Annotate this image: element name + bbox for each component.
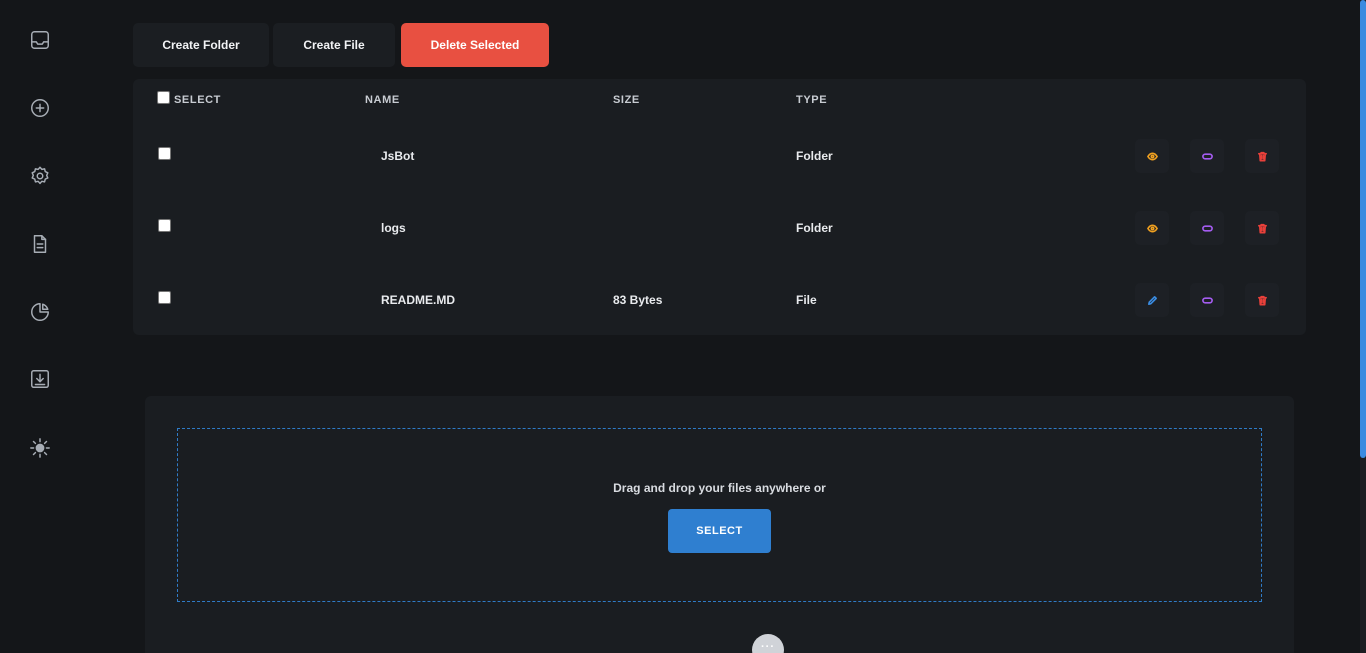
pencil-icon (1147, 295, 1157, 305)
document-icon[interactable] (28, 232, 52, 256)
table-row: JsBot Folder (133, 120, 1306, 192)
rename-button[interactable] (1190, 139, 1224, 173)
scrollbar-thumb[interactable] (1360, 0, 1366, 458)
header-select: SELECT (174, 94, 221, 106)
edit-button[interactable] (1135, 283, 1169, 317)
select-files-button[interactable]: SELECT (668, 509, 771, 553)
row-checkbox[interactable] (158, 291, 171, 304)
header-size: SIZE (613, 94, 640, 106)
delete-button[interactable] (1245, 139, 1279, 173)
delete-button[interactable] (1245, 283, 1279, 317)
row-checkbox[interactable] (158, 219, 171, 232)
file-size: 83 Bytes (613, 293, 663, 307)
file-name[interactable]: JsBot (381, 149, 414, 163)
gear-icon[interactable] (28, 164, 52, 188)
tag-icon (1201, 152, 1213, 160)
row-checkbox[interactable] (158, 147, 171, 160)
rename-button[interactable] (1190, 283, 1224, 317)
more-options-button[interactable]: ··· (752, 634, 784, 653)
create-file-button[interactable]: Create File (273, 23, 395, 67)
delete-button[interactable] (1245, 211, 1279, 245)
trash-icon (1257, 223, 1267, 233)
tag-icon (1201, 296, 1213, 304)
create-folder-button[interactable]: Create Folder (133, 23, 269, 67)
file-type: Folder (796, 149, 833, 163)
file-dropzone[interactable]: Drag and drop your files anywhere or SEL… (177, 428, 1262, 602)
scrollbar[interactable] (1360, 0, 1366, 653)
upload-panel: Drag and drop your files anywhere or SEL… (145, 396, 1294, 653)
view-button[interactable] (1135, 211, 1169, 245)
table-header: SELECT NAME SIZE TYPE (133, 79, 1306, 121)
pie-chart-icon[interactable] (28, 300, 52, 324)
download-icon[interactable] (28, 367, 52, 391)
select-all-checkbox[interactable] (157, 91, 170, 104)
dropzone-text: Drag and drop your files anywhere or (613, 481, 826, 495)
sun-icon[interactable] (28, 436, 52, 460)
trash-icon (1257, 295, 1267, 305)
sidebar (0, 0, 80, 653)
file-type: File (796, 293, 817, 307)
table-row: README.MD 83 Bytes File (133, 264, 1306, 336)
delete-selected-button[interactable]: Delete Selected (401, 23, 549, 67)
file-type: Folder (796, 221, 833, 235)
inbox-icon[interactable] (28, 28, 52, 52)
file-table: SELECT NAME SIZE TYPE JsBot Folder logs … (133, 79, 1306, 335)
table-row: logs Folder (133, 192, 1306, 264)
tag-icon (1201, 224, 1213, 232)
file-name[interactable]: README.MD (381, 293, 455, 307)
header-name: NAME (365, 94, 400, 106)
view-button[interactable] (1135, 139, 1169, 173)
toolbar: Create Folder Create File Delete Selecte… (133, 23, 549, 67)
eye-icon (1146, 151, 1158, 161)
eye-icon (1146, 223, 1158, 233)
trash-icon (1257, 151, 1267, 161)
header-type: TYPE (796, 94, 828, 106)
add-circle-icon[interactable] (28, 96, 52, 120)
rename-button[interactable] (1190, 211, 1224, 245)
file-name[interactable]: logs (381, 221, 406, 235)
